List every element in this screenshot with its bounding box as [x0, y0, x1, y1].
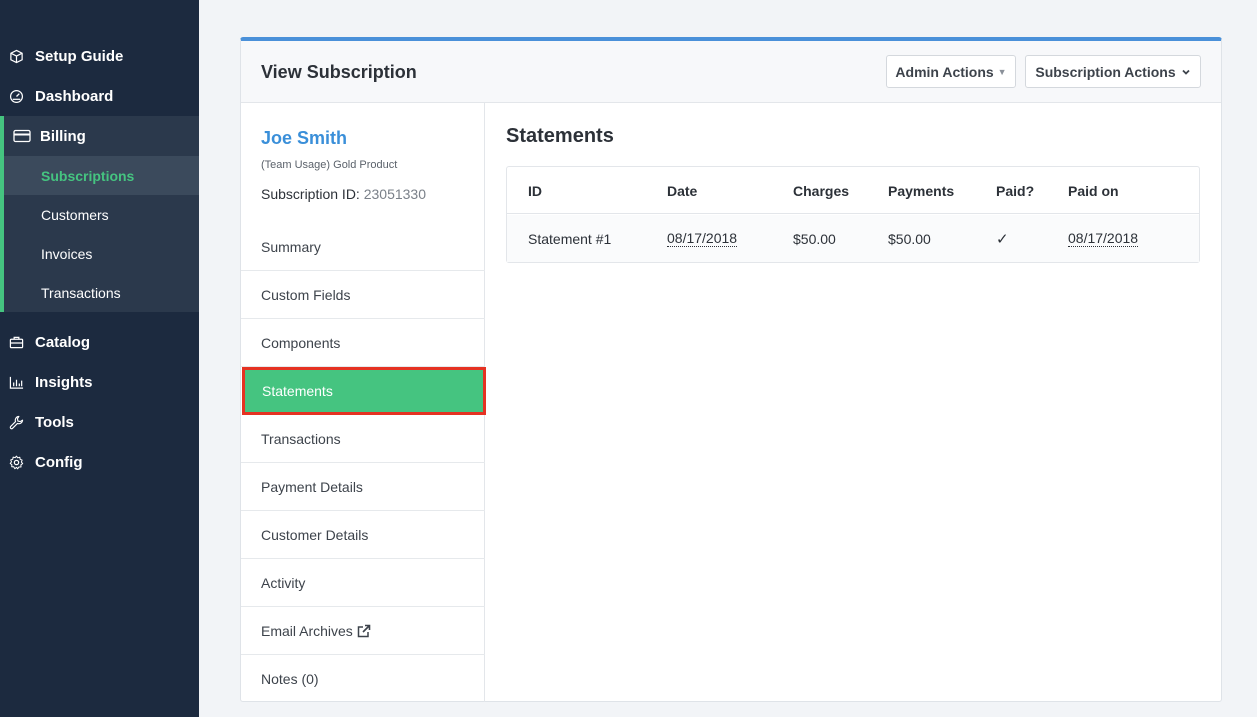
nav-label: Dashboard [35, 87, 114, 105]
nav-label: Setup Guide [35, 47, 124, 65]
subscription-actions-label: Subscription Actions [1035, 63, 1176, 80]
credit-card-icon [13, 128, 31, 144]
column-header-charges: Charges [793, 182, 850, 199]
panel-header: View Subscription Admin Actions ▼ Subscr… [241, 41, 1221, 103]
subscription-actions-button[interactable]: Subscription Actions [1025, 55, 1201, 88]
subscription-menu: Summary Custom Fields Components Stateme… [241, 223, 486, 703]
nav-config[interactable]: Config [0, 442, 199, 482]
nav-label: Config [35, 453, 83, 471]
caret-down-icon: ▼ [997, 66, 1007, 77]
wrench-icon [8, 414, 24, 430]
briefcase-icon [8, 334, 24, 350]
nav-label: Tools [35, 413, 74, 431]
subscription-id-label: Subscription ID: [261, 186, 360, 202]
gear-icon [8, 454, 24, 470]
statement-charges: $50.00 [793, 230, 836, 247]
sidebar-item-invoices[interactable]: Invoices [4, 234, 199, 273]
subscription-nav: Joe Smith (Team Usage) Gold Product Subs… [241, 103, 486, 703]
nav-catalog[interactable]: Catalog [0, 322, 199, 362]
menu-item-statements[interactable]: Statements [242, 367, 486, 415]
paid-on-value: 08/17/2018 [1068, 230, 1139, 247]
product-name: (Team Usage) Gold Product [261, 159, 398, 171]
admin-actions-button[interactable]: Admin Actions ▼ [886, 55, 1016, 88]
menu-item-transactions[interactable]: Transactions [241, 415, 485, 463]
date-value: 08/17/2018 [667, 230, 738, 247]
external-link-icon [357, 624, 371, 637]
column-header-paid: Paid? [996, 182, 1035, 199]
bar-chart-icon [8, 374, 24, 390]
subscription-id: Subscription ID: 23051330 [261, 186, 426, 202]
sidebar: Setup Guide Dashboard Billing Subscripti… [0, 0, 199, 717]
sidebar-item-transactions[interactable]: Transactions [4, 273, 199, 312]
menu-item-customer-details[interactable]: Customer Details [241, 511, 485, 559]
table-row: Statement #1 08/17/2018 $50.00 $50.00 ✓ … [507, 215, 1199, 262]
subscription-panel: View Subscription Admin Actions ▼ Subscr… [240, 37, 1222, 702]
statement-link[interactable]: Statement #1 [528, 215, 611, 262]
subscription-id-value: 23051330 [363, 186, 427, 202]
paid-check-icon: ✓ [996, 230, 1009, 248]
nav-label: Billing [40, 127, 86, 145]
menu-item-email-archives[interactable]: Email Archives [241, 607, 485, 655]
nav-dashboard[interactable]: Dashboard [0, 76, 199, 116]
sidebar-item-subscriptions[interactable]: Subscriptions [4, 156, 199, 195]
nav-label: Insights [35, 373, 93, 391]
column-header-payments: Payments [888, 182, 955, 199]
column-header-id: ID [528, 182, 542, 199]
column-header-date: Date [667, 182, 698, 199]
nav-billing[interactable]: Billing [4, 116, 199, 156]
statement-date: 08/17/2018 [667, 215, 738, 262]
gauge-icon [8, 88, 24, 104]
menu-item-components[interactable]: Components [241, 319, 485, 367]
menu-item-custom-fields[interactable]: Custom Fields [241, 271, 485, 319]
nav-tools[interactable]: Tools [0, 402, 199, 442]
nav-label: Catalog [35, 333, 91, 351]
column-header-paid-on: Paid on [1068, 182, 1119, 199]
section-title: Statements [506, 125, 614, 147]
customer-name-link[interactable]: Joe Smith [261, 128, 347, 149]
nav-setup-guide[interactable]: Setup Guide [0, 36, 199, 76]
menu-item-activity[interactable]: Activity [241, 559, 485, 607]
sidebar-item-customers[interactable]: Customers [4, 195, 199, 234]
menu-item-summary[interactable]: Summary [241, 223, 485, 271]
chevron-down-icon [1182, 69, 1190, 75]
nav-insights[interactable]: Insights [0, 362, 199, 402]
table-header: ID Date Charges Payments Paid? Paid on [507, 167, 1199, 214]
menu-item-notes[interactable]: Notes (0) [241, 655, 485, 703]
billing-group: Billing Subscriptions Customers Invoices… [0, 116, 199, 312]
statement-payments: $50.00 [888, 230, 931, 247]
statements-table: ID Date Charges Payments Paid? Paid on S… [506, 166, 1200, 263]
admin-actions-label: Admin Actions [895, 63, 994, 80]
cube-icon [8, 48, 24, 64]
menu-item-label: Email Archives [261, 622, 353, 639]
statement-paid-on: 08/17/2018 [1068, 215, 1139, 262]
page-title: View Subscription [261, 62, 417, 82]
menu-item-payment-details[interactable]: Payment Details [241, 463, 485, 511]
